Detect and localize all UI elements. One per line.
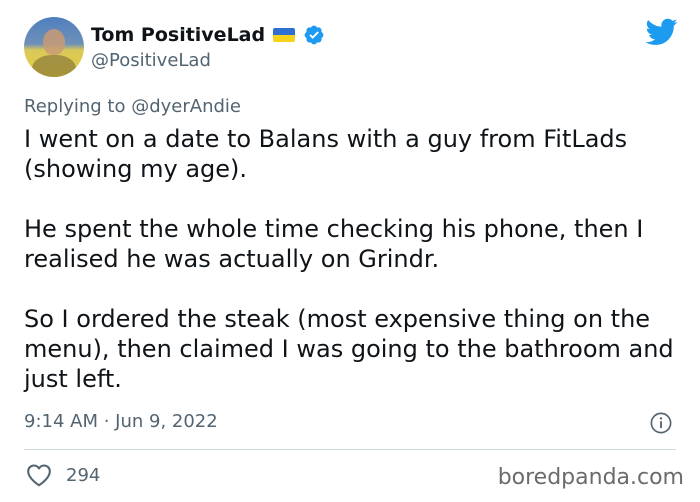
user-handle[interactable]: @PositiveLad: [91, 50, 211, 71]
display-name[interactable]: Tom PositiveLad: [91, 24, 265, 46]
tweet-timestamp[interactable]: 9:14 AM · Jun 9, 2022: [24, 411, 218, 432]
tweet-paragraph: So I ordered the steak (most expensive t…: [24, 305, 674, 393]
tweet-text: I went on a date to Balans with a guy fr…: [24, 124, 684, 394]
divider: [24, 449, 676, 450]
tweet-paragraph: He spent the whole time checking his pho…: [24, 215, 644, 273]
author-name-row: Tom PositiveLad: [91, 22, 325, 48]
tweet-paragraph: I went on a date to Balans with a guy fr…: [24, 125, 628, 183]
avatar-shoulders: [32, 55, 76, 77]
avatar-face: [43, 29, 65, 55]
like-count: 294: [66, 464, 101, 486]
info-icon[interactable]: [650, 412, 672, 434]
like-action[interactable]: 294: [26, 462, 100, 488]
verified-badge-icon: [304, 25, 324, 45]
watermark: boredpanda.com: [497, 465, 684, 490]
ukraine-flag-icon: [273, 28, 296, 42]
twitter-bird-icon[interactable]: [646, 18, 678, 46]
avatar[interactable]: [24, 17, 84, 77]
replying-to-label: Replying to @dyerAndie: [24, 96, 241, 117]
heart-icon[interactable]: [26, 463, 52, 487]
